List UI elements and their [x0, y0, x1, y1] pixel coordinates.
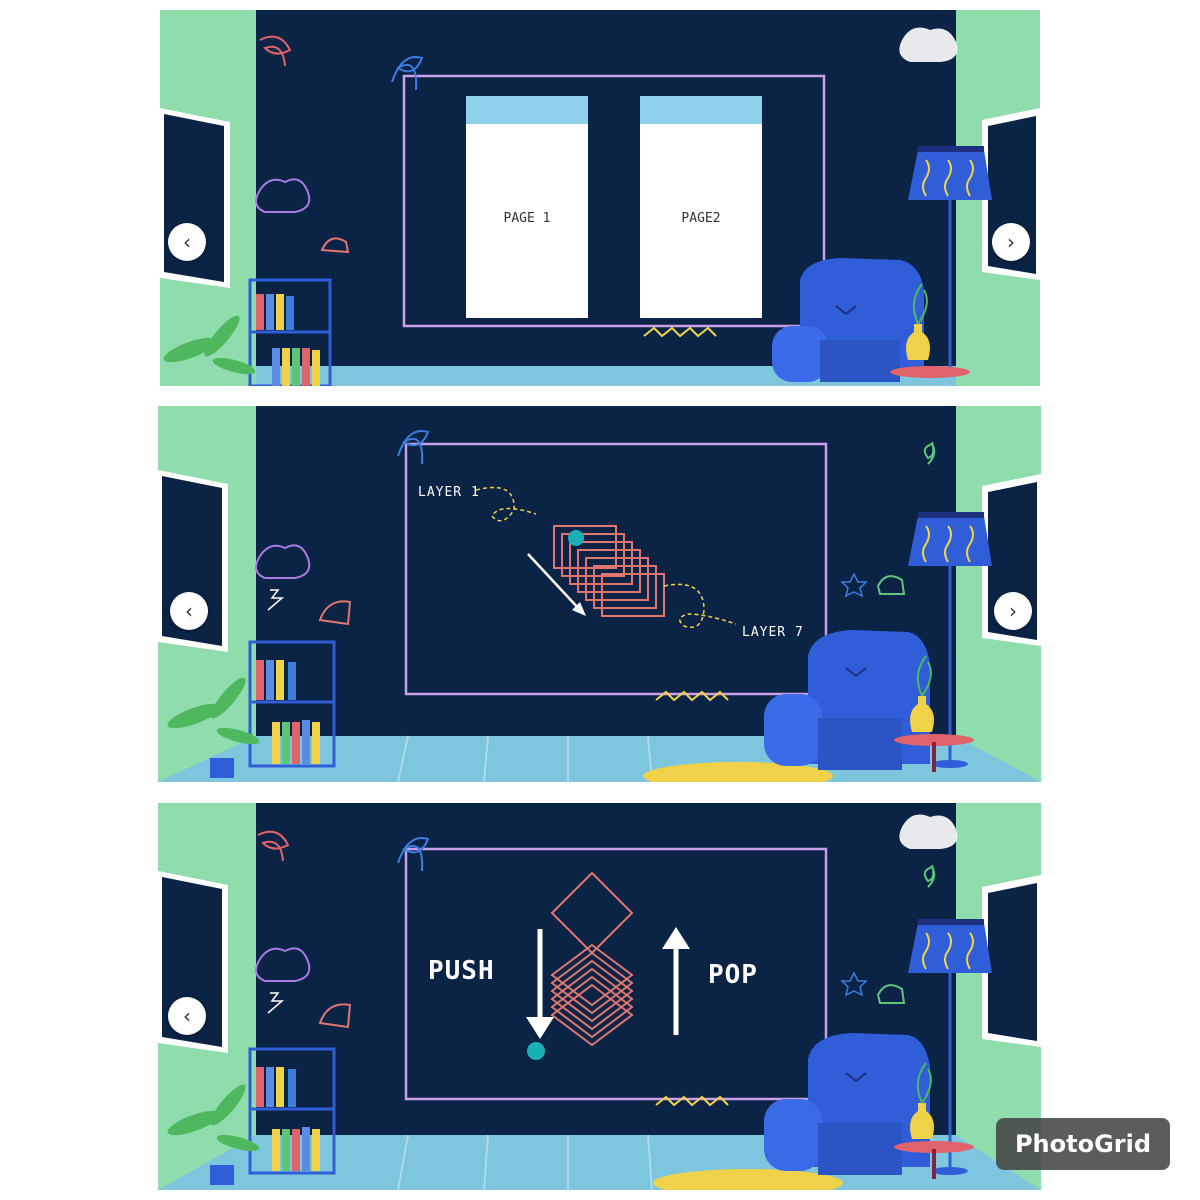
page-card-2 [640, 96, 762, 318]
cursor-dot [568, 530, 584, 546]
slide-panel-1: PAGE 1 PAGE2 ‹ › [160, 10, 1040, 386]
prev-slide-button[interactable]: ‹ [170, 592, 208, 630]
room-scene: PAGE 1 PAGE2 [160, 10, 1040, 386]
white-cloud-doodle [899, 27, 958, 63]
cursor-dot [527, 1042, 545, 1060]
push-label: PUSH [428, 956, 495, 986]
slide-panel-3: PUSH POP ‹ [158, 803, 1041, 1190]
pop-label: POP [708, 960, 758, 990]
chevron-left-icon: ‹ [183, 1004, 191, 1028]
chevron-left-icon: ‹ [183, 230, 191, 254]
next-slide-button[interactable]: › [992, 223, 1030, 261]
slide-panel-2: LAYER 1 LAYER 7 ‹ › [158, 406, 1041, 782]
page-card-1-label: PAGE 1 [504, 211, 551, 226]
prev-slide-button[interactable]: ‹ [168, 997, 206, 1035]
room-scene: PUSH POP [158, 803, 1041, 1190]
layer-1-label: LAYER 1 [418, 485, 480, 500]
chevron-left-icon: ‹ [185, 599, 193, 623]
chevron-right-icon: › [1007, 230, 1015, 254]
room-scene: LAYER 1 LAYER 7 [158, 406, 1041, 782]
right-window [988, 883, 1037, 1041]
page-card-2-label: PAGE2 [681, 211, 720, 226]
layer-7-label: LAYER 7 [742, 625, 804, 640]
chevron-right-icon: › [1009, 599, 1017, 623]
next-slide-button[interactable]: › [994, 592, 1032, 630]
photogrid-watermark: PhotoGrid [996, 1118, 1170, 1170]
prev-slide-button[interactable]: ‹ [168, 223, 206, 261]
white-cloud-doodle [899, 814, 958, 849]
page-card-1 [466, 96, 588, 318]
